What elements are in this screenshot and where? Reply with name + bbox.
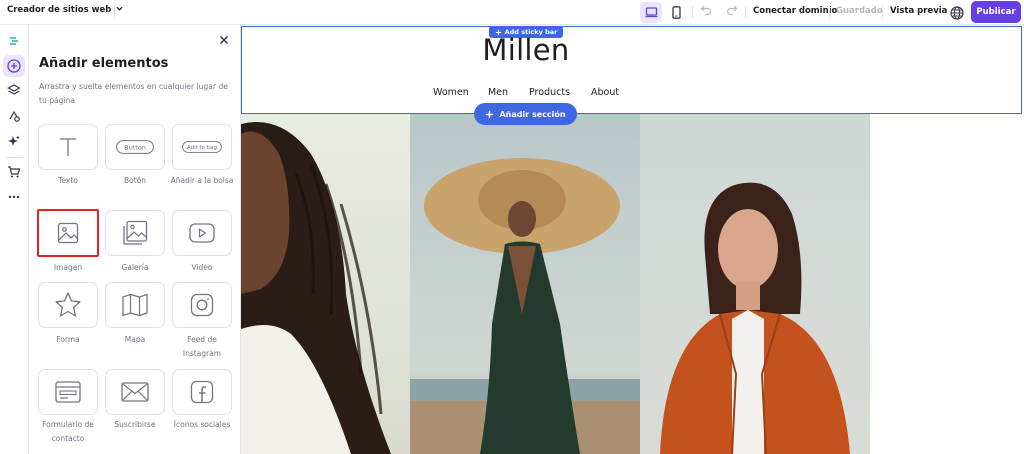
image-element-tile[interactable] [37,209,99,257]
gallery-element-tile[interactable] [105,210,165,256]
map-element-tile[interactable] [105,282,165,328]
store-cart-icon[interactable] [3,161,25,183]
add-section-label: Añadir sección [499,109,566,119]
svg-text:Add to bag: Add to bag [187,145,217,151]
layers-icon[interactable] [3,79,25,101]
top-toolbar: Creador de sitios web Conectar dominio G… [0,0,1024,25]
tile-label: Feed de Instagram [182,335,222,358]
contact-form-icon [55,381,81,403]
add-elements-icon[interactable] [3,55,25,77]
laptop-icon [645,7,657,18]
photo-woman-orange-blazer[interactable] [640,114,870,454]
tile-label: Mapa [124,335,146,344]
connect-domain-button[interactable]: Conectar dominio [753,6,837,16]
tile-label: Añadir a la bolsa [170,176,234,185]
tile-label: Galería [121,263,149,272]
panel-title: Añadir elementos [39,56,169,71]
divider [692,5,693,19]
plus-icon [486,110,494,118]
add-elements-panel: Añadir elementos Arrastra y suelta eleme… [29,25,241,454]
close-icon[interactable] [217,33,231,47]
tile-label: Texto [58,176,78,185]
subscribe-element-tile[interactable] [105,369,165,415]
tile-label: Video [191,263,213,272]
undo-icon[interactable] [700,4,712,19]
builder-menu[interactable]: Creador de sitios web [7,4,124,15]
tile-label: Formulario de contacto [42,420,94,443]
svg-text:Button: Button [124,144,146,152]
star-shape-icon [55,292,81,317]
button-element-tile[interactable]: Button [105,124,165,170]
site-logo[interactable]: Millen [471,33,581,67]
nav-link-products[interactable]: Products [529,87,570,98]
styles-icon[interactable] [3,105,25,127]
instagram-feed-element-tile[interactable] [172,282,232,328]
photo-woman-sunhat[interactable] [410,114,640,454]
add-to-bag-element-tile[interactable]: Add to bag [172,124,232,170]
redo-icon[interactable] [726,4,738,19]
mobile-icon [671,6,681,19]
left-rail [0,25,29,454]
nav-link-women[interactable]: Women [433,87,469,98]
tile-label: Forma [56,335,80,344]
tile-label: Botón [123,176,147,185]
desktop-view-button[interactable] [640,2,662,23]
add-to-bag-icon: Add to bag [182,141,222,153]
social-icons-element-tile[interactable] [172,369,232,415]
saved-status: Guardado [836,6,883,16]
map-icon [122,293,148,317]
tile-label: Suscribirse [114,420,156,429]
panel-description: Arrastra y suelta elementos en cualquier… [39,82,228,105]
add-section-button[interactable]: Añadir sección [474,103,577,125]
instagram-icon [190,293,214,317]
tile-label: Íconos sociales [173,420,231,429]
chevron-down-icon [115,4,124,15]
preview-button[interactable]: Vista previa [890,6,947,16]
button-icon: Button [116,140,154,154]
publish-button[interactable]: Publicar [971,1,1021,23]
envelope-icon [121,382,149,402]
facebook-icon [190,380,214,404]
nav-link-about[interactable]: About [591,87,619,98]
photo-woman-braids[interactable] [241,114,410,454]
website-canvas: Add sticky bar Millen Women Men Products… [241,25,1024,454]
image-icon [57,222,79,244]
divider [114,5,115,19]
nav-link-men[interactable]: Men [488,87,508,98]
header-section[interactable] [241,26,1022,114]
text-element-tile[interactable] [38,124,98,170]
more-options-icon[interactable] [3,186,25,208]
shape-element-tile[interactable] [38,282,98,328]
tile-label: Imagen [53,263,83,272]
hostinger-logo-icon [3,30,25,52]
divider [6,157,23,158]
mobile-view-button[interactable] [665,2,687,23]
gallery-icon [123,220,148,245]
divider [829,5,830,19]
video-element-tile[interactable] [172,210,232,256]
globe-icon[interactable] [950,5,964,20]
text-icon [60,138,76,156]
contact-form-element-tile[interactable] [38,369,98,415]
divider [882,5,883,19]
builder-menu-label: Creador de sitios web [7,4,112,15]
ai-tools-icon[interactable] [3,130,25,152]
video-icon [189,223,215,243]
divider [745,5,746,19]
